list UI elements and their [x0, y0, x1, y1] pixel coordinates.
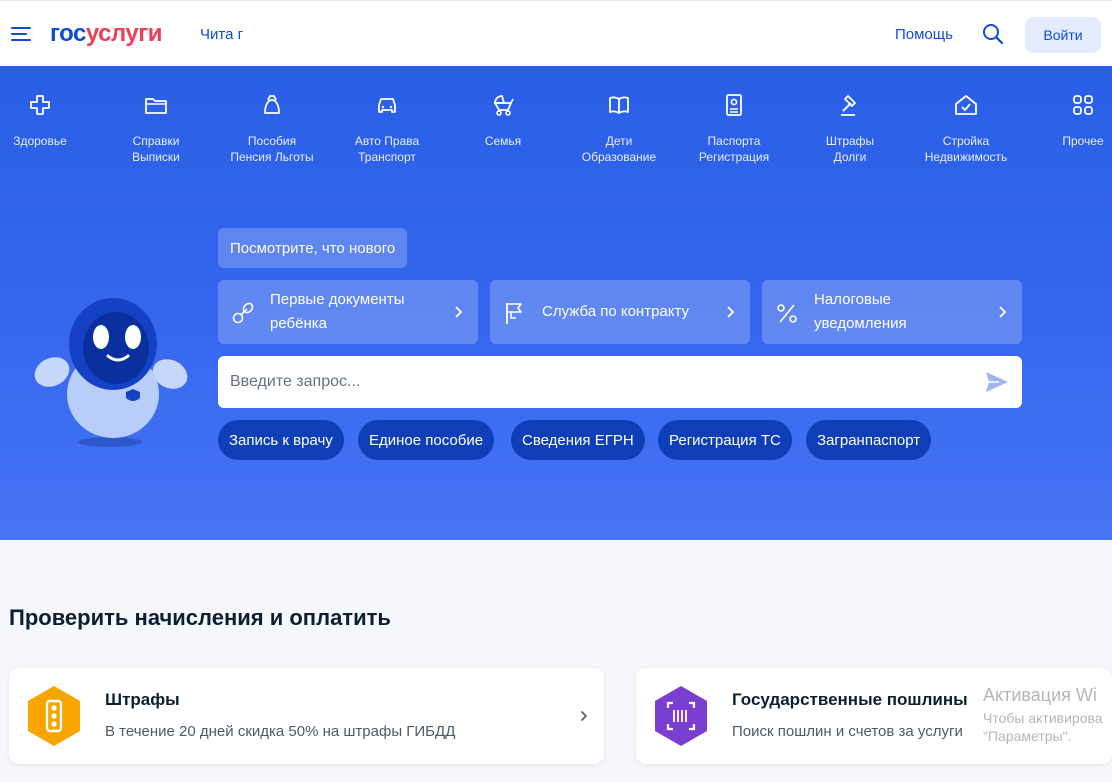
promo-card-title: ребёнка: [270, 315, 327, 332]
category-label: Пенсия Льготы: [230, 150, 314, 164]
category-label: Долги: [833, 150, 867, 164]
chevron-right-icon: [580, 710, 588, 722]
logo-part-2: услуги: [85, 20, 163, 47]
payment-card-subtitle: В течение 20 дней скидка 50% на штрафы Г…: [105, 723, 456, 740]
category-label: Пособия: [247, 134, 297, 148]
category-label: Здоровье: [13, 134, 67, 148]
gavel-icon: [841, 95, 856, 116]
category-children[interactable]: Дети Образование: [569, 92, 669, 165]
search-icon[interactable]: [982, 23, 1004, 45]
category-realty[interactable]: Стройка Недвижимость: [916, 92, 1016, 165]
category-label: Штрафы: [825, 134, 875, 148]
promo-card-tax-notifications[interactable]: Налоговые уведомления: [762, 280, 1022, 344]
windows-activation-watermark: Активация Wi Чтобы активирова "Параметры…: [983, 685, 1112, 744]
send-icon[interactable]: [984, 370, 1010, 394]
category-bar: Здоровье Справки Выписки Пособия Пенсия Ль…: [0, 92, 1112, 172]
category-label: Выписки: [132, 150, 180, 164]
category-label: Транспорт: [358, 150, 416, 164]
login-button[interactable]: Войти: [1025, 17, 1101, 53]
chevron-right-icon: [727, 306, 735, 318]
promo-card-title: Первые документы: [270, 291, 405, 308]
house-icon: [955, 95, 977, 115]
whats-new-chip[interactable]: Посмотрите, что нового: [218, 228, 408, 268]
category-fines[interactable]: Штрафы Долги: [800, 92, 900, 165]
category-label: Недвижимость: [924, 150, 1008, 164]
payment-card-title: Государственные пошлины: [732, 690, 968, 709]
category-label: Справки: [132, 134, 180, 148]
payment-card-fines[interactable]: Штрафы В течение 20 дней скидка 50% на ш…: [9, 668, 604, 764]
category-label: Образование: [581, 150, 657, 164]
city-selector[interactable]: Чита г: [200, 26, 243, 43]
pacifier-icon: [232, 302, 254, 324]
watermark-line: Активация Wi: [983, 685, 1097, 705]
category-auto[interactable]: Авто Права Транспорт: [337, 92, 437, 165]
payment-card-subtitle: Поиск пошлин и счетов за услуги: [732, 723, 963, 740]
menu-icon[interactable]: [11, 25, 33, 43]
promo-card-title: Служба по контракту: [542, 303, 690, 320]
logo-part-1: гос: [50, 20, 86, 47]
hero-banner: Здоровье Справки Выписки Пособия Пенсия Ль…: [0, 66, 1112, 540]
category-label: Семья: [484, 134, 522, 148]
chevron-right-icon: [455, 306, 463, 318]
robot-mascot-image: [34, 298, 188, 447]
chevron-right-icon: [999, 306, 1007, 318]
traffic-light-icon: [28, 686, 80, 746]
help-link[interactable]: Помощь: [895, 26, 953, 43]
folder-icon: [145, 98, 167, 114]
category-label: Регистрация: [698, 150, 770, 164]
percent-icon: [777, 304, 797, 323]
category-label: Прочее: [1062, 134, 1104, 148]
category-benefits[interactable]: Пособия Пенсия Льготы: [222, 92, 322, 165]
category-label: Дети: [605, 134, 633, 148]
search-bar: [218, 356, 1022, 408]
car-icon: [378, 98, 396, 113]
promo-card-first-documents[interactable]: Первые документы ребёнка: [218, 280, 478, 344]
wallet-bag-icon: [264, 95, 280, 114]
category-passports[interactable]: Паспорта Регистрация: [684, 92, 784, 165]
promo-card-title: уведомления: [814, 315, 907, 332]
payment-card-title: Штрафы: [105, 690, 180, 709]
watermark-line: Чтобы активирова: [983, 710, 1103, 726]
stroller-icon: [493, 95, 514, 116]
quick-link-egrn[interactable]: Сведения ЕГРН: [511, 420, 645, 460]
watermark-line: "Параметры".: [983, 728, 1072, 744]
promo-card-contract-service[interactable]: Служба по контракту: [490, 280, 750, 344]
grid-icon: [1073, 95, 1093, 115]
category-label: Паспорта: [707, 134, 761, 148]
passport-icon: [726, 94, 742, 116]
category-health[interactable]: Здоровье: [0, 92, 90, 149]
quick-link-vehicle-registration[interactable]: Регистрация ТС: [658, 420, 792, 460]
promo-card-title: Налоговые: [814, 291, 892, 308]
category-certificates[interactable]: Справки Выписки: [106, 92, 206, 165]
quick-link-doctor[interactable]: Запись к врачу: [218, 420, 344, 460]
quick-link-foreign-passport[interactable]: Загранпаспорт: [806, 420, 932, 460]
header: госуслуги Чита г Помощь Войти: [0, 0, 1112, 66]
quick-link-unified-benefit[interactable]: Единое пособие: [358, 420, 495, 460]
section-title: Проверить начисления и оплатить: [9, 605, 391, 630]
category-other[interactable]: Прочее: [1033, 92, 1112, 149]
scan-icon: [655, 686, 707, 746]
health-cross-icon: [30, 95, 50, 115]
category-family[interactable]: Семья: [453, 92, 553, 149]
category-label: Авто Права: [354, 134, 420, 148]
book-icon: [609, 96, 629, 114]
flag-icon: [506, 303, 522, 324]
gosuslugi-logo[interactable]: госуслуги: [50, 20, 163, 48]
search-input[interactable]: [218, 356, 978, 408]
category-label: Стройка: [942, 134, 990, 148]
